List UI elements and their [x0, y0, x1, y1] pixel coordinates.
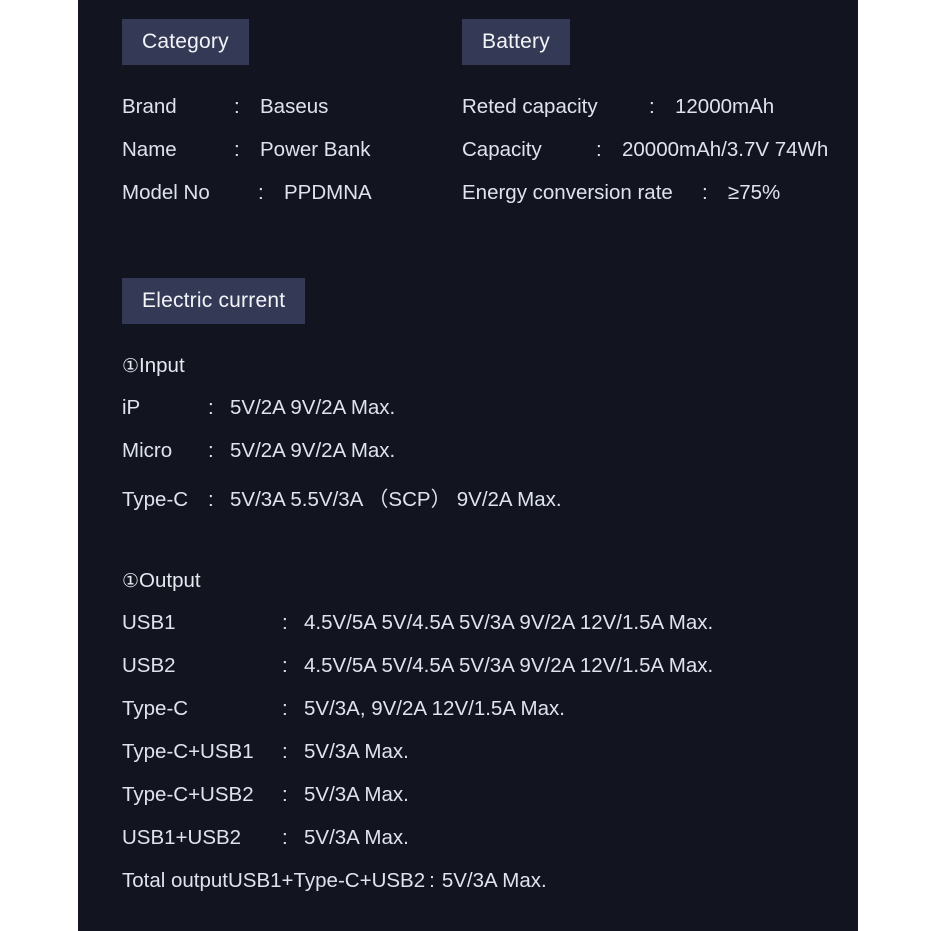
spec-value: ≥75% [728, 181, 781, 204]
spec-row-name: Name : Power Bank [122, 138, 372, 181]
spec-label: Reted capacity [462, 95, 598, 118]
spec-value: 12000mAh [675, 95, 775, 118]
spec-value: Power Bank [260, 138, 371, 161]
io-label: Total outputUSB1+Type-C+USB2 [122, 869, 426, 892]
io-colon: : [282, 740, 288, 763]
io-label: Type-C [122, 697, 189, 720]
spec-value: Baseus [260, 95, 329, 118]
io-colon: : [208, 488, 214, 511]
input-group-title: ①Input [122, 354, 858, 378]
input-row-type-c: Type-C : 5V/3A 5.5V/3A （SCP） 9V/2A Max. [122, 482, 858, 525]
io-label: USB2 [122, 654, 176, 677]
category-rows: Brand : Baseus Name : Power Bank Model N… [122, 95, 372, 224]
circled-one-marker: ① [122, 356, 140, 377]
spec-row-capacity: Capacity : 20000mAh/3.7V 74Wh [462, 138, 828, 181]
output-row-type-c-usb2: Type-C+USB2 : 5V/3A Max. [122, 783, 858, 826]
input-row-micro: Micro : 5V/2A 9V/2A Max. [122, 439, 858, 482]
io-value: 5V/3A Max. [304, 740, 409, 763]
spec-label: Capacity [462, 138, 542, 161]
spec-label: Energy conversion rate [462, 181, 673, 204]
category-section: Category Brand : Baseus Name : Power Ban… [122, 19, 372, 224]
spec-colon: : [234, 138, 240, 161]
io-colon: : [282, 826, 288, 849]
output-row-usb1-usb2: USB1+USB2 : 5V/3A Max. [122, 826, 858, 869]
io-label: Type-C [122, 488, 189, 511]
spec-colon: : [596, 138, 602, 161]
spec-row-brand: Brand : Baseus [122, 95, 372, 138]
output-row-type-c-usb1: Type-C+USB1 : 5V/3A Max. [122, 740, 858, 783]
io-colon: : [282, 697, 288, 720]
battery-rows: Reted capacity : 12000mAh Capacity : 200… [462, 95, 828, 224]
input-title-text: Input [139, 354, 185, 377]
io-label: USB1+USB2 [122, 826, 242, 849]
io-value: 5V/2A 9V/2A Max. [230, 396, 396, 419]
output-row-type-c: Type-C : 5V/3A, 9V/2A 12V/1.5A Max. [122, 697, 858, 740]
spec-value: PPDMNA [284, 181, 372, 204]
io-value: 4.5V/5A 5V/4.5A 5V/3A 9V/2A 12V/1.5A Max… [304, 611, 714, 634]
battery-badge: Battery [462, 19, 570, 65]
spec-row-energy-conversion-rate: Energy conversion rate : ≥75% [462, 181, 828, 224]
circled-one-marker: ① [122, 571, 140, 592]
io-value: 5V/3A, 9V/2A 12V/1.5A Max. [304, 697, 565, 720]
spec-row-model-no: Model No : PPDMNA [122, 181, 372, 224]
io-value: 5V/3A Max. [304, 826, 409, 849]
output-title-text: Output [139, 569, 201, 592]
io-colon: : [208, 439, 214, 462]
io-label: iP [122, 396, 141, 419]
output-row-usb2: USB2 : 4.5V/5A 5V/4.5A 5V/3A 9V/2A 12V/1… [122, 654, 858, 697]
spec-label: Brand [122, 95, 177, 118]
input-row-ip: iP : 5V/2A 9V/2A Max. [122, 396, 858, 439]
io-colon: : [282, 654, 288, 677]
io-colon: : [282, 611, 288, 634]
spec-colon: : [702, 181, 708, 204]
output-row-usb1: USB1 : 4.5V/5A 5V/4.5A 5V/3A 9V/2A 12V/1… [122, 611, 858, 654]
io-label: Micro [122, 439, 173, 462]
spec-colon: : [234, 95, 240, 118]
spec-label: Name [122, 138, 177, 161]
io-label: USB1 [122, 611, 176, 634]
spec-colon: : [258, 181, 264, 204]
io-colon: : [282, 783, 288, 806]
input-rows: iP : 5V/2A 9V/2A Max. Micro : 5V/2A 9V/2… [122, 396, 858, 525]
specification-panel: Category Brand : Baseus Name : Power Ban… [78, 0, 858, 931]
spec-value: 20000mAh/3.7V 74Wh [622, 138, 829, 161]
battery-section: Battery Reted capacity : 12000mAh Capaci… [462, 19, 828, 224]
io-colon: : [429, 869, 435, 892]
spec-row-rated-capacity: Reted capacity : 12000mAh [462, 95, 828, 138]
category-badge: Category [122, 19, 249, 65]
io-value: 4.5V/5A 5V/4.5A 5V/3A 9V/2A 12V/1.5A Max… [304, 654, 714, 677]
electric-current-section: Electric current ①Input iP : 5V/2A 9V/2A… [122, 278, 858, 912]
io-colon: : [208, 396, 214, 419]
output-rows: USB1 : 4.5V/5A 5V/4.5A 5V/3A 9V/2A 12V/1… [122, 611, 858, 912]
io-label: Type-C+USB2 [122, 783, 254, 806]
spec-label: Model No [122, 181, 210, 204]
io-value: 5V/2A 9V/2A Max. [230, 439, 396, 462]
output-row-total: Total outputUSB1+Type-C+USB2 : 5V/3A Max… [122, 869, 858, 912]
io-value: 5V/3A Max. [304, 783, 409, 806]
output-group-title: ①Output [122, 569, 858, 593]
electric-current-badge: Electric current [122, 278, 306, 324]
spec-colon: : [649, 95, 655, 118]
io-value: 5V/3A 5.5V/3A （SCP） 9V/2A Max. [230, 488, 562, 511]
io-label: Type-C+USB1 [122, 740, 254, 763]
header-columns: Category Brand : Baseus Name : Power Ban… [78, 19, 858, 219]
io-value: 5V/3A Max. [441, 869, 547, 892]
